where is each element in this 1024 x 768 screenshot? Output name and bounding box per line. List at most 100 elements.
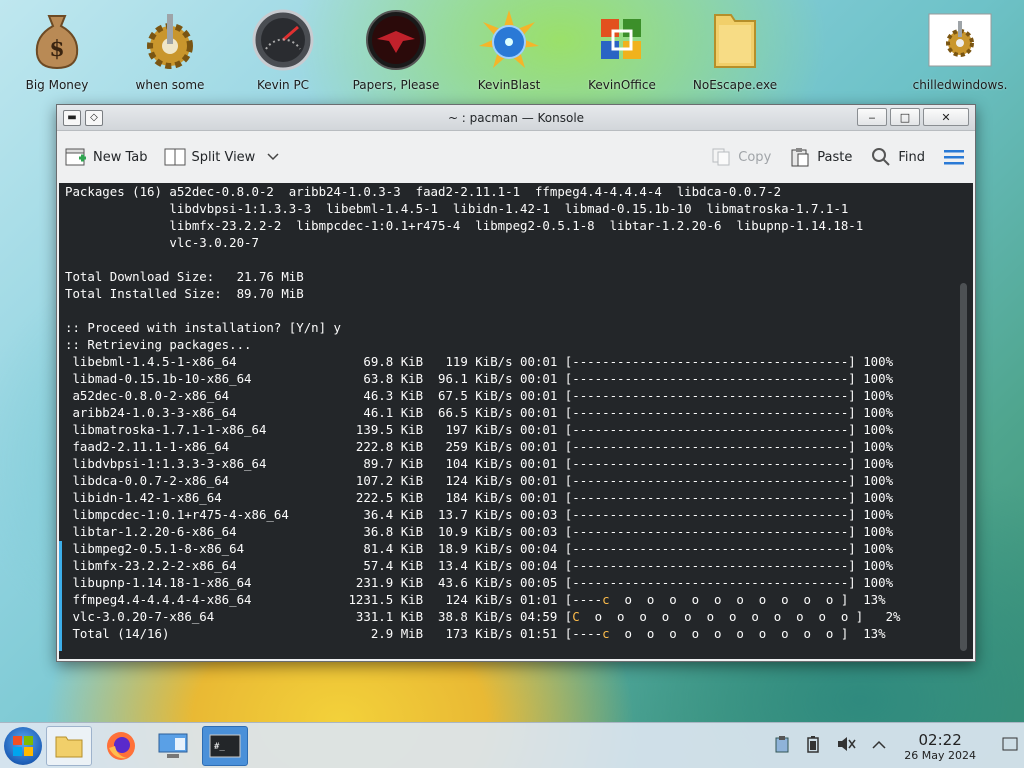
desktop-icon-label: KevinOffice [588,78,656,92]
desktop-icon-label: Papers, Please [352,78,440,92]
clipboard-icon[interactable] [774,735,790,757]
terminal-line: libmatroska-1.7.1-1-x86_64 139.5 KiB 197… [65,422,894,437]
desktop-icon-big-money[interactable]: $ Big Money [7,8,107,93]
terminal-line: libidn-1.42-1-x86_64 222.5 KiB 184 KiB/s… [65,490,894,505]
firefox-icon [107,732,135,760]
windows-logo-icon [13,736,33,756]
gear-file-icon [928,8,992,72]
terminal-line: libdca-0.0.7-2-x86_64 107.2 KiB 124 KiB/… [65,473,894,488]
eagle-emblem-icon [364,8,428,72]
konsole-window: ▬ ◇ ~ : pacman — Konsole ‒ □ ✕ New Tab S… [56,104,976,662]
system-tray: 02:22 26 May 2024 [766,723,1024,768]
find-label: Find [898,149,925,165]
desktop-icon-label: Kevin PC [256,78,310,92]
close-button[interactable]: ✕ [923,108,969,126]
progress-suffix: o o o o o o o o o o o o ] 2% [579,609,901,624]
terminal-output[interactable]: Packages (16) a52dec-0.8.0-2 aribb24-1.0… [59,183,973,659]
desktop-icon-kevinblast[interactable]: KevinBlast [459,8,559,93]
terminal-line: aribb24-1.0.3-3-x86_64 46.1 KiB 66.5 KiB… [65,405,894,420]
money-bag-icon: $ [25,8,89,72]
show-desktop-icon[interactable] [1002,736,1018,756]
terminal-line: Total Download Size: 21.76 MiB [65,269,304,284]
desktop-icon-label: chilledwindows. [912,78,1008,92]
terminal-progress-line: vlc-3.0.20-7-x86_64 331.1 KiB 38.8 KiB/s… [65,608,973,625]
paste-button[interactable]: Paste [789,147,852,167]
desktop-icon-papers-please[interactable]: Papers, Please [346,8,446,93]
maximize-button[interactable]: □ [890,108,920,126]
minimize-button[interactable]: ‒ [857,108,887,126]
terminal-line: libmfx-23.2.2-2 libmpcdec-1:0.1+r475-4 l… [65,218,864,233]
desktop-icon-label: NoEscape.exe [692,78,778,92]
desktop-icon-label: when some [135,78,205,92]
split-view-label: Split View [191,149,256,165]
terminal-line: libebml-1.4.5-1-x86_64 69.8 KiB 119 KiB/… [65,354,894,369]
taskbar-konsole[interactable]: #_ [202,726,248,766]
desktop-icon-chilledwindows[interactable]: chilledwindows. [910,8,1010,93]
terminal-line: libupnp-1.14.18-1-x86_64 231.9 KiB 43.6 … [65,575,894,590]
copy-icon [710,147,732,167]
split-view-icon [164,147,186,167]
taskbar: #_ 02:22 26 May 2024 [0,722,1024,768]
search-icon [870,147,892,167]
desktop-icon-when-some[interactable]: when some [120,8,220,93]
pacman-glyph: C [572,609,580,624]
toolbar: New Tab Split View Copy Paste Find [57,131,975,183]
copy-button[interactable]: Copy [710,147,771,167]
find-button[interactable]: Find [870,147,925,167]
window-menu-icon[interactable]: ▬ [63,109,81,126]
desktop-icon-noescape[interactable]: NoEscape.exe [685,8,785,93]
pacman-glyph: c [602,626,610,641]
paste-icon [789,147,811,167]
pacman-glyph: c [602,592,610,607]
gauge-icon [251,8,315,72]
terminal-progress-line: Total (14/16) 2.9 MiB 173 KiB/s 01:51 [-… [65,625,973,642]
desktop-icon-label: KevinBlast [477,78,541,92]
keep-above-icon[interactable]: ◇ [85,109,103,126]
desktop-icon-kevin-pc[interactable]: Kevin PC [233,8,333,93]
terminal-line: :: Proceed with installation? [Y/n] y [65,320,342,335]
clock-time: 02:22 [918,730,962,749]
new-tab-button[interactable]: New Tab [65,147,148,167]
title-bar[interactable]: ▬ ◇ ~ : pacman — Konsole ‒ □ ✕ [57,105,975,131]
progress-prefix: vlc-3.0.20-7-x86_64 331.1 KiB 38.8 KiB/s… [65,609,573,624]
progress-prefix: ffmpeg4.4-4.4.4-4-x86_64 1231.5 KiB 124 … [65,592,603,607]
office-logo-icon [590,8,654,72]
new-tab-icon [65,147,87,167]
hamburger-menu-button[interactable] [943,147,965,167]
progress-suffix: o o o o o o o o o o ] 13% [609,626,886,641]
chevron-up-icon[interactable] [872,738,886,754]
terminal-line: Packages (16) a52dec-0.8.0-2 aribb24-1.0… [65,184,782,199]
terminal-line: libmpeg2-0.5.1-8-x86_64 81.4 KiB 18.9 Ki… [65,541,894,556]
gear-icon [138,8,202,72]
volume-muted-icon[interactable] [836,735,856,757]
hamburger-menu-icon [943,147,965,167]
terminal-line: vlc-3.0.20-7 [65,235,259,250]
progress-suffix: o o o o o o o o o o ] 13% [609,592,886,607]
terminal-line: libtar-1.2.20-6-x86_64 36.8 KiB 10.9 KiB… [65,524,894,539]
desktop-icon-label: Big Money [25,78,89,92]
progress-prefix: Total (14/16) 2.9 MiB 173 KiB/s 01:51 [-… [65,626,603,641]
window-title: ~ : pacman — Konsole [447,111,585,125]
split-view-button[interactable]: Split View [164,147,280,167]
svg-text:#_: #_ [214,742,225,752]
battery-icon[interactable] [806,735,820,757]
folder-icon [703,8,767,72]
terminal-line: :: Retrieving packages... [65,337,252,352]
terminal-scrollbar[interactable] [960,283,967,651]
clock[interactable]: 02:22 26 May 2024 [904,731,976,762]
starburst-disc-icon [477,8,541,72]
taskbar-file-manager[interactable] [46,726,92,766]
terminal-line: Total Installed Size: 89.70 MiB [65,286,304,301]
paste-label: Paste [817,149,853,165]
taskbar-system-settings[interactable] [150,726,196,766]
new-tab-label: New Tab [93,149,148,165]
terminal-line: a52dec-0.8.0-2-x86_64 46.3 KiB 67.5 KiB/… [65,388,894,403]
start-button[interactable] [4,727,42,765]
taskbar-firefox[interactable] [98,726,144,766]
konsole-icon: #_ [209,734,241,758]
svg-text:$: $ [49,36,64,62]
desktop-icon-kevinoffice[interactable]: KevinOffice [572,8,672,93]
clock-date: 26 May 2024 [904,748,976,762]
